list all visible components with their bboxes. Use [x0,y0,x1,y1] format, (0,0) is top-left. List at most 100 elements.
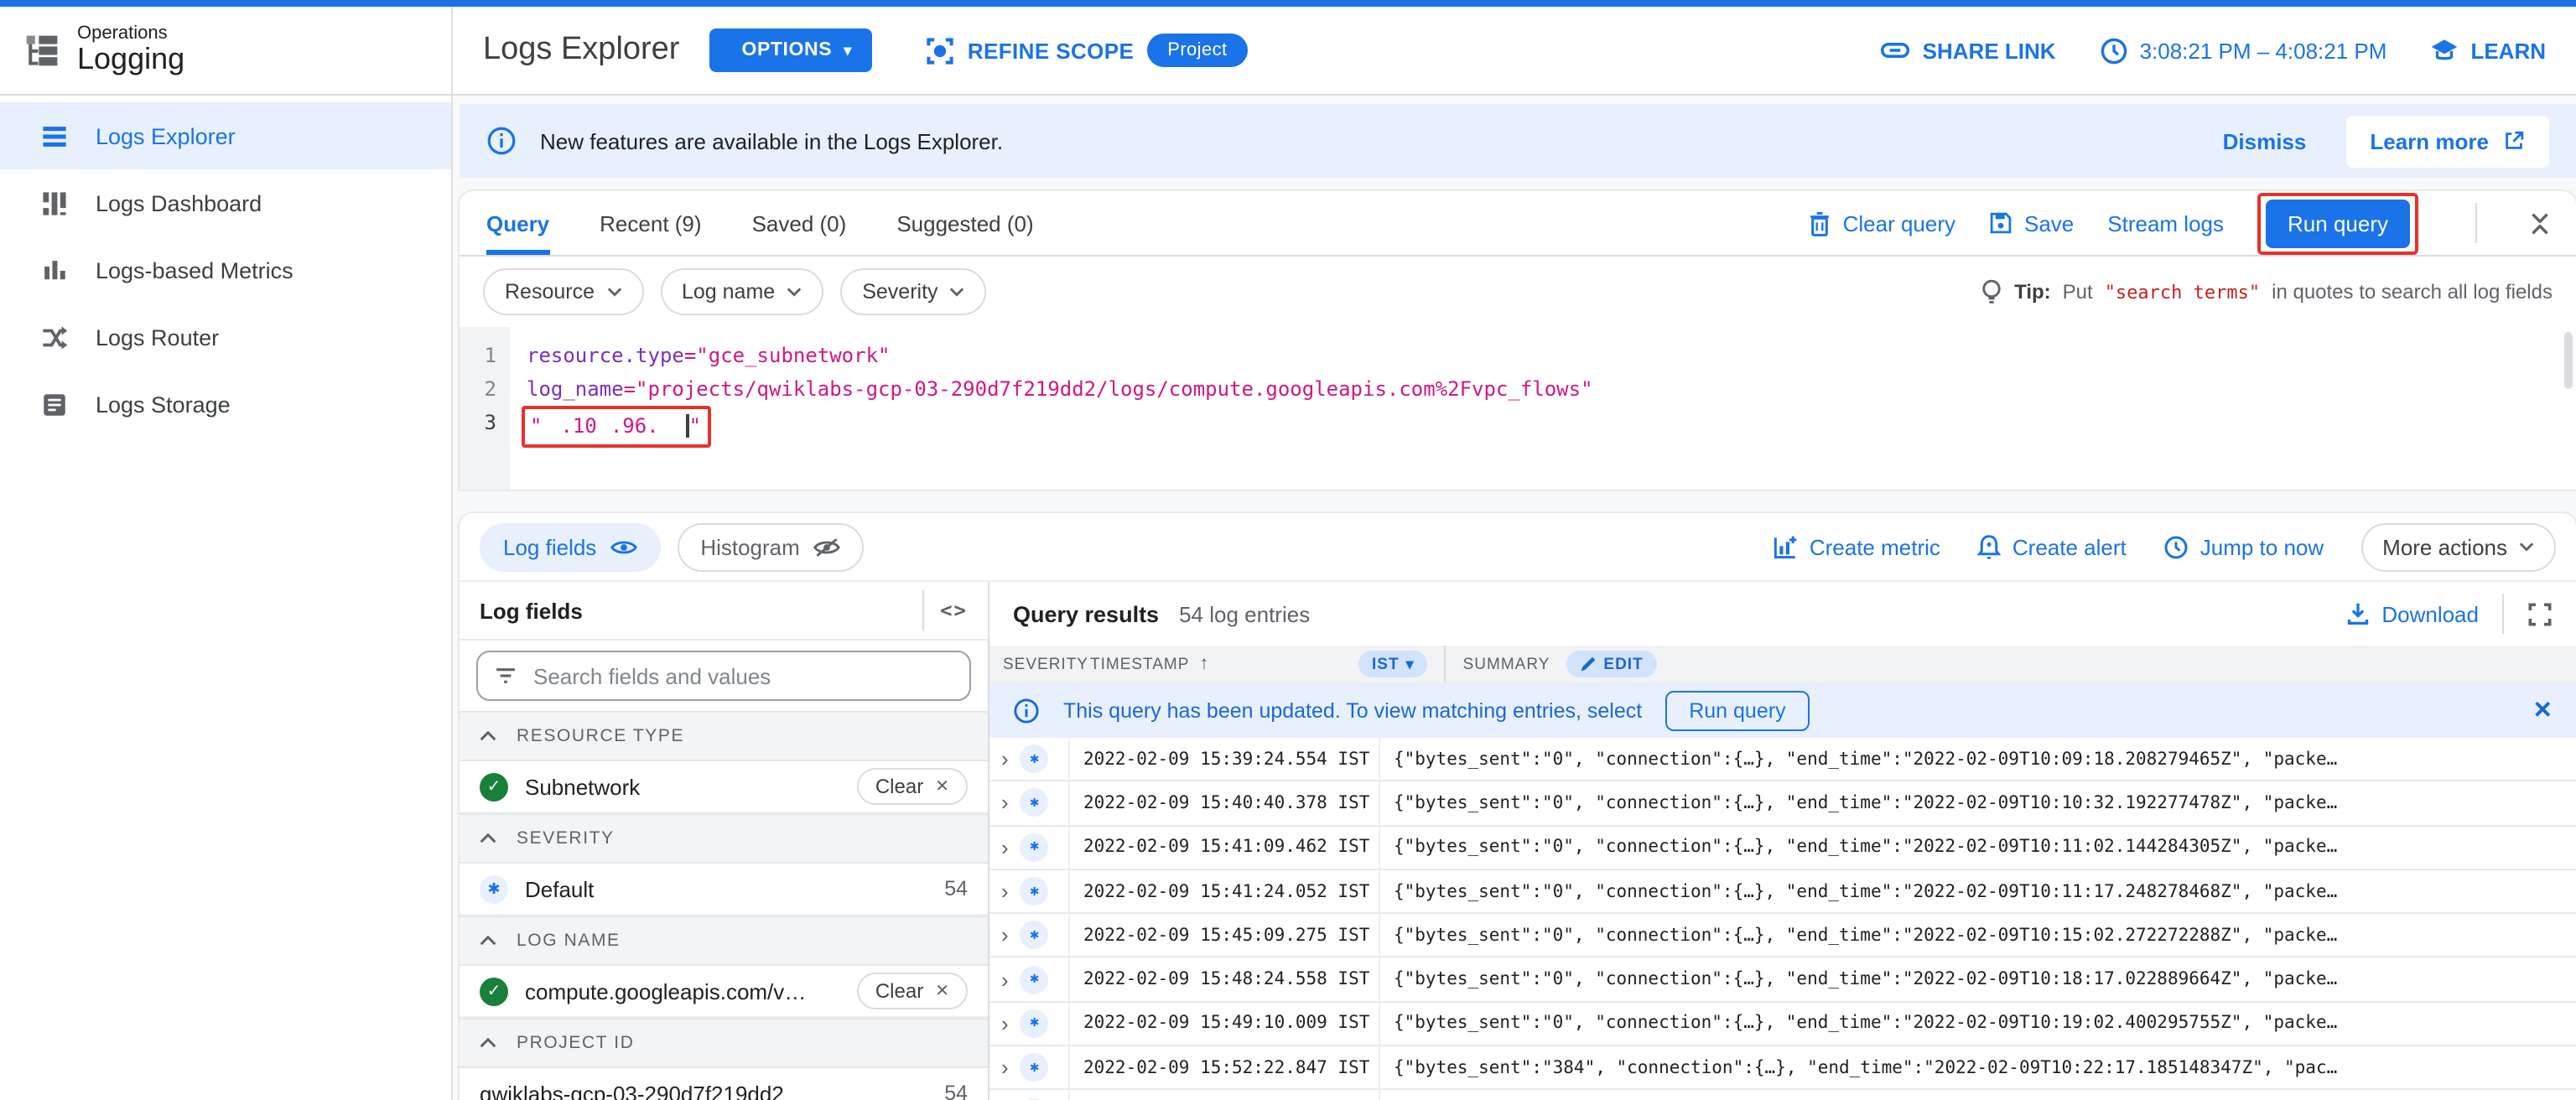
log-entry-row[interactable]: 2022-02-09 15:40:40.378 IST {"bytes_sent… [989,781,2576,827]
tab-query[interactable]: Query [486,191,550,255]
log-timestamp: 2022-02-09 15:52:22.847 IST [1070,1090,1380,1100]
log-entry-row[interactable]: 2022-02-09 15:52:22.847 IST {"bytes_sent… [989,1046,2576,1091]
log-entry-row[interactable]: 2022-02-09 15:45:09.275 IST {"bytes_sent… [989,914,2576,958]
pencil-icon [1581,656,1596,672]
severity-dropdown[interactable]: Severity [840,268,987,315]
dismiss-button[interactable]: Dismiss [2223,128,2307,153]
default-severity-icon [1020,788,1049,817]
log-entry-row[interactable]: 2022-02-09 15:52:22.847 IST {"bytes_sent… [989,1090,2576,1100]
expand-chevron-icon[interactable] [1001,746,1009,771]
editor-scrollbar[interactable] [2564,332,2573,389]
timezone-selector[interactable]: IST [1358,651,1428,677]
top-accent-bar [0,0,2576,7]
more-actions-dropdown[interactable]: More actions [2360,522,2556,571]
sidebar-item-label: Logs Router [96,324,220,350]
collapse-expand-icon[interactable] [2531,212,2549,234]
expand-chevron-icon[interactable] [1001,967,1009,992]
sidebar-item-logs-explorer[interactable]: Logs Explorer [0,102,451,169]
stream-logs-button[interactable]: Stream logs [2107,210,2224,236]
log-fields-toggle[interactable]: Log fields [480,522,661,571]
time-range-picker[interactable]: 3:08:21 PM – 4:08:21 PM [2100,36,2386,65]
tab-recent[interactable]: Recent (9) [600,191,701,255]
query-editor[interactable]: 1 2 3 resource.type="gce_subnetwork" log… [460,327,2576,490]
log-fields-panel: Log fields <> Search fields and values R… [460,582,989,1100]
fullscreen-icon[interactable] [2527,601,2553,626]
column-severity[interactable]: SEVERITY [1003,655,1090,673]
log-summary: {"bytes_sent":"0", "connection":{…}, "en… [1380,1091,2576,1100]
sidebar-item-logs-based-metrics[interactable]: Logs-based Metrics [0,236,451,304]
sidebar-item-label: Logs Storage [96,392,231,417]
clear-filter-button[interactable]: Clear [856,973,968,1009]
share-link-button[interactable]: SHARE LINK [1881,35,2056,65]
options-button[interactable]: OPTIONS [709,29,872,72]
chevron-down-icon [2519,542,2534,552]
notice-run-query-button[interactable]: Run query [1665,690,1810,730]
scope-project-badge[interactable]: Project [1147,34,1248,67]
default-severity-icon [1020,745,1049,774]
log-summary: {"bytes_sent":"0", "connection":{…}, "en… [1394,837,2338,858]
expand-chevron-icon[interactable] [1001,834,1009,859]
field-item-default[interactable]: Default 54 [460,864,988,916]
column-timestamp[interactable]: TIMESTAMP [1090,655,1189,673]
learn-button[interactable]: LEARN [2430,36,2546,65]
log-entry-row[interactable]: 2022-02-09 15:39:24.554 IST {"bytes_sent… [989,738,2576,782]
section-project-id[interactable]: PROJECT ID [460,1018,988,1068]
editor-code[interactable]: resource.type="gce_subnetwork" log_name=… [510,327,2576,490]
code-view-icon[interactable] [940,599,968,622]
default-severity-icon [1020,1009,1049,1038]
log-fields-searchbox[interactable] [476,651,971,701]
chevron-up-icon [480,1038,496,1048]
download-button[interactable]: Download [2346,601,2479,626]
section-log-name[interactable]: LOG NAME [460,916,988,966]
resource-dropdown[interactable]: Resource [483,268,643,315]
expand-chevron-icon[interactable] [1001,1055,1009,1080]
log-timestamp: 2022-02-09 15:41:09.462 IST [1070,826,1380,869]
close-icon[interactable]: ✕ [2533,696,2553,724]
histogram-toggle[interactable]: Histogram [677,522,864,571]
clear-query-button[interactable]: Clear query [1808,210,1955,236]
log-summary: {"bytes_sent":"0", "connection":{…}, "en… [1394,792,2338,813]
clear-filter-button[interactable]: Clear [856,768,968,805]
log-entry-row[interactable]: 2022-02-09 15:41:09.462 IST {"bytes_sent… [989,826,2576,870]
section-severity[interactable]: SEVERITY [460,813,988,864]
sidebar-item-logs-storage[interactable]: Logs Storage [0,371,451,438]
log-entry-row[interactable]: 2022-02-09 15:49:10.009 IST {"bytes_sent… [989,1002,2576,1047]
expand-chevron-icon[interactable] [1001,923,1009,948]
chevron-down-icon [1406,655,1415,673]
tab-saved[interactable]: Saved (0) [752,191,847,255]
jump-to-now-button[interactable]: Jump to now [2163,534,2324,559]
main-content: New features are available in the Logs E… [453,96,2576,1100]
sidebar-item-logs-router[interactable]: Logs Router [0,304,451,371]
default-severity-icon [1020,877,1049,906]
eye-icon [610,540,637,553]
expand-chevron-icon[interactable] [1001,1011,1009,1036]
edit-summary-button[interactable]: EDIT [1566,651,1657,677]
default-severity-icon [1020,833,1049,862]
field-item-vpc-flows[interactable]: compute.googleapis.com/vpc_fl… Clear [460,966,988,1018]
expand-chevron-icon[interactable] [1001,879,1009,904]
field-item-subnetwork[interactable]: Subnetwork Clear [460,761,988,813]
dashboard-icon [43,191,66,215]
query-line-2: log_name="projects/qwiklabs-gcp-03-290d7… [527,377,1593,401]
sidebar-item-logs-dashboard[interactable]: Logs Dashboard [0,169,451,236]
default-severity-icon [1020,1053,1049,1082]
learn-more-button[interactable]: Learn more [2346,115,2549,167]
info-icon [487,127,516,155]
section-resource-type[interactable]: RESOURCE TYPE [460,711,988,761]
search-fields-input[interactable] [530,662,953,690]
log-name-dropdown[interactable]: Log name [660,268,824,315]
refine-scope-button[interactable]: REFINE SCOPE Project [926,34,1248,67]
expand-chevron-icon[interactable] [1001,791,1009,816]
redaction-blob [658,416,684,436]
run-query-button[interactable]: Run query [2266,199,2410,247]
tab-suggested[interactable]: Suggested (0) [896,191,1033,255]
create-alert-button[interactable]: Create alert [1976,533,2127,560]
field-item-project[interactable]: qwiklabs-gcp-03-290d7f219dd2 54 [460,1068,988,1100]
save-query-button[interactable]: Save [1989,210,2074,236]
field-count: 54 [944,1082,968,1100]
notice-message: This query has been updated. To view mat… [1063,698,1643,722]
sort-ascending-icon[interactable] [1199,654,1209,674]
create-metric-button[interactable]: Create metric [1773,534,1940,559]
log-entry-row[interactable]: 2022-02-09 15:41:24.052 IST {"bytes_sent… [989,869,2576,915]
log-entry-row[interactable]: 2022-02-09 15:48:24.558 IST {"bytes_sent… [989,957,2576,1003]
